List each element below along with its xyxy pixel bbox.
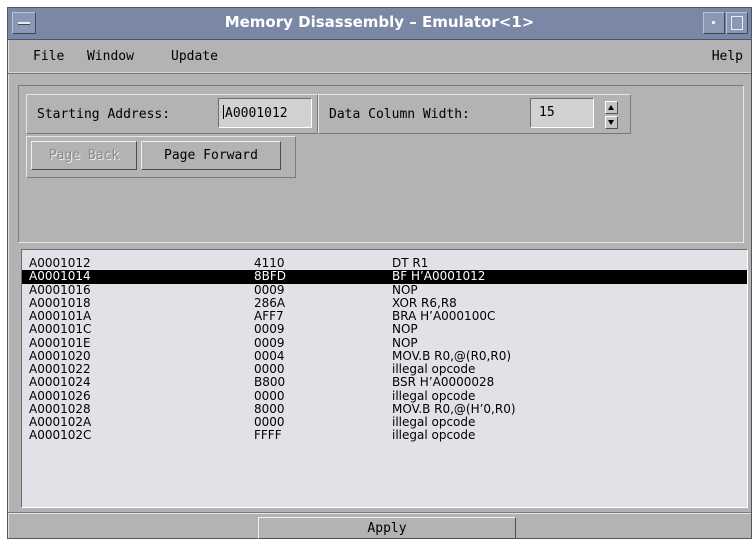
minimize-button[interactable]: [703, 12, 725, 34]
title-bar[interactable]: Memory Disassembly – Emulator<1>: [8, 8, 751, 40]
disassembly-row[interactable]: A0001024 B800 BSR H’A0000028: [22, 376, 747, 389]
data-column-width-input[interactable]: 15: [530, 98, 594, 128]
row-data: 8000: [254, 401, 285, 416]
window-title: Memory Disassembly – Emulator<1>: [224, 13, 535, 31]
disassembly-row[interactable]: A000101A AFF7 BRA H’A000100C: [22, 310, 747, 323]
maximize-button[interactable]: [726, 12, 748, 34]
row-address: A0001012: [29, 256, 91, 270]
row-data: AFF7: [254, 309, 284, 323]
starting-address-input[interactable]: A0001012: [218, 98, 312, 128]
row-data: FFFF: [254, 428, 282, 443]
row-instruction: BRA H’A000100C: [392, 309, 496, 323]
starting-address-value: A0001012: [225, 106, 288, 121]
menu-help[interactable]: Help: [712, 49, 743, 64]
row-address: A000102C: [29, 428, 92, 443]
menu-window[interactable]: Window: [87, 49, 134, 64]
row-address: A000101E: [29, 335, 91, 350]
disassembly-row[interactable]: A0001012 4110 DT R1: [22, 257, 747, 270]
row-address: A000102A: [29, 415, 92, 429]
minimize-icon: [712, 21, 715, 24]
row-data: 0000: [254, 415, 285, 429]
data-column-width-value: 15: [539, 105, 555, 120]
row-instruction: MOV.B R0,@(R0,R0): [392, 348, 512, 363]
disassembly-row[interactable]: A000101C 0009 NOP: [22, 323, 747, 336]
row-instruction: NOP: [392, 322, 418, 337]
row-data: 0009: [254, 335, 285, 350]
disassembly-row[interactable]: A000102C FFFF illegal opcode: [22, 429, 747, 442]
row-address: A0001016: [29, 282, 91, 297]
page-forward-button[interactable]: Page Forward: [141, 141, 281, 170]
row-instruction: illegal opcode: [392, 428, 476, 443]
arrow-up-icon: [608, 105, 614, 110]
row-data: B800: [254, 375, 286, 390]
row-instruction: BF H’A0001012: [392, 269, 486, 284]
row-address: A000101C: [29, 322, 92, 337]
menu-bar: File Window Update Help: [8, 40, 751, 74]
row-instruction: MOV.B R0,@(H’0,R0): [392, 401, 516, 416]
disassembly-row[interactable]: A0001026 0000 illegal opcode: [22, 388, 747, 403]
increment-button[interactable]: [605, 101, 618, 114]
row-address: A0001024: [29, 375, 91, 390]
row-instruction: illegal opcode: [392, 415, 476, 429]
data-column-width-group: Data Column Width: 15: [318, 94, 631, 134]
row-address: A0001026: [29, 388, 91, 403]
row-data: 4110: [254, 256, 285, 270]
apply-bar: Apply: [8, 512, 751, 539]
page-back-button[interactable]: Page Back: [31, 141, 137, 170]
disassembly-row[interactable]: A0001014 8BFD BF H’A0001012: [22, 269, 747, 284]
row-instruction: NOP: [392, 335, 418, 350]
disassembly-row[interactable]: A0001016 0009 NOP: [22, 282, 747, 297]
row-data: 0009: [254, 282, 285, 297]
row-address: A0001014: [29, 269, 91, 284]
disassembly-listing[interactable]: A0001012 4110 DT R1 A0001014 8BFD BF H’A00010…: [21, 249, 748, 508]
row-instruction: BSR H’A0000028: [392, 375, 495, 390]
emulator-window: Memory Disassembly – Emulator<1> File Wi…: [7, 7, 752, 539]
maximize-icon: [731, 16, 743, 30]
disassembly-row[interactable]: A0001018 286A XOR R6,R8: [22, 295, 747, 310]
text-cursor: [223, 105, 224, 119]
apply-button[interactable]: Apply: [258, 517, 516, 539]
row-address: A0001020: [29, 348, 91, 363]
decrement-button[interactable]: [605, 116, 618, 129]
row-data: 286A: [254, 295, 286, 310]
disassembly-row[interactable]: A0001022 0000 illegal opcode: [22, 363, 747, 376]
row-instruction: NOP: [392, 282, 418, 297]
disassembly-row[interactable]: A0001020 0004 MOV.B R0,@(R0,R0): [22, 348, 747, 363]
starting-address-group: Starting Address: A0001012: [26, 94, 318, 134]
row-data: 0004: [254, 348, 285, 363]
row-instruction: DT R1: [392, 256, 429, 270]
page-navigation-group: Page Back Page Forward: [26, 136, 296, 178]
starting-address-label: Starting Address:: [37, 107, 171, 122]
disassembly-row[interactable]: A000101E 0009 NOP: [22, 335, 747, 350]
row-data: 0000: [254, 362, 285, 376]
arrow-down-icon: [608, 120, 614, 125]
row-address: A0001022: [29, 362, 91, 376]
menu-update[interactable]: Update: [171, 49, 218, 64]
control-panel: Starting Address: A0001012 Data Column W…: [18, 85, 744, 243]
row-instruction: illegal opcode: [392, 388, 476, 403]
row-data: 8BFD: [254, 269, 287, 284]
disassembly-row[interactable]: A000102A 0000 illegal opcode: [22, 416, 747, 429]
row-data: 0009: [254, 322, 285, 337]
row-instruction: illegal opcode: [392, 362, 476, 376]
disassembly-rows: A0001012 4110 DT R1 A0001014 8BFD BF H’A00010…: [22, 257, 747, 443]
row-address: A0001018: [29, 295, 91, 310]
row-address: A000101A: [29, 309, 92, 323]
row-data: 0000: [254, 388, 285, 403]
row-address: A0001028: [29, 401, 91, 416]
menu-file[interactable]: File: [33, 49, 64, 64]
disassembly-row[interactable]: A0001028 8000 MOV.B R0,@(H’0,R0): [22, 401, 747, 416]
data-column-width-label: Data Column Width:: [329, 107, 470, 122]
row-instruction: XOR R6,R8: [392, 295, 457, 310]
